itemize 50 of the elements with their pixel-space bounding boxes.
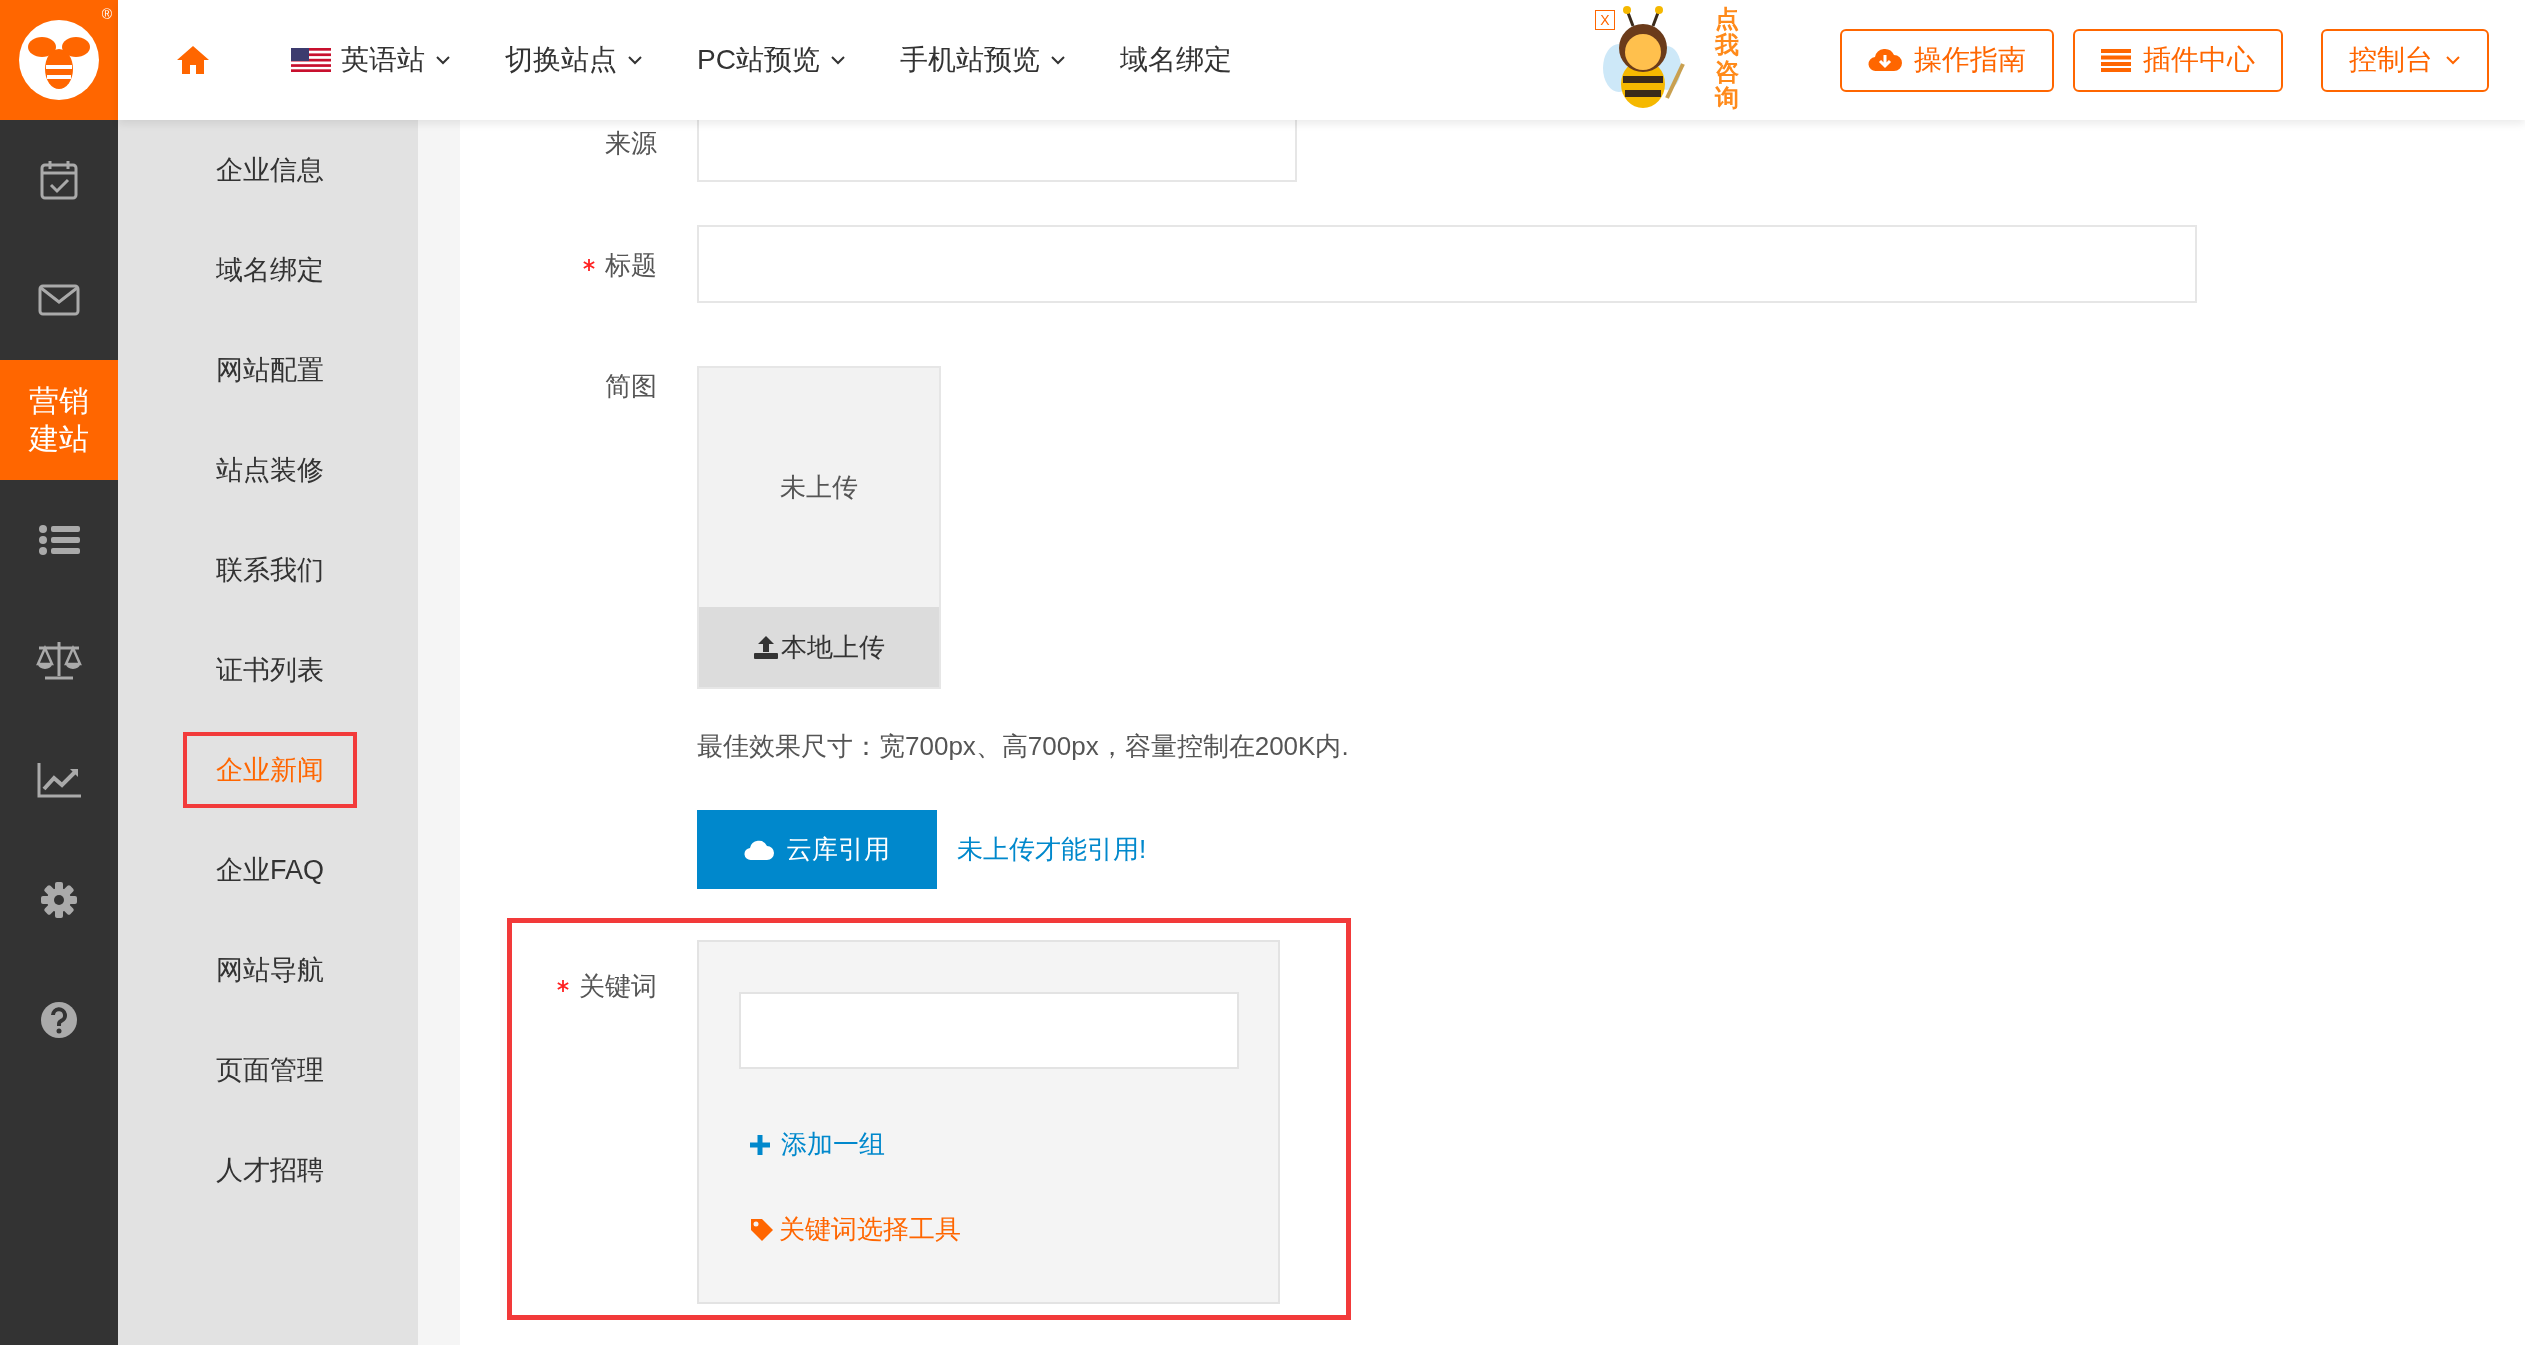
cloud-download-icon bbox=[1868, 47, 1902, 73]
nav-item[interactable]: PC站预览 bbox=[697, 39, 846, 81]
field-label: 标题 bbox=[605, 248, 657, 282]
sidebar-item[interactable]: 联系我们 bbox=[183, 532, 357, 608]
scale-icon[interactable] bbox=[35, 640, 83, 680]
list-icon[interactable] bbox=[38, 524, 80, 556]
envelope-icon[interactable] bbox=[38, 284, 80, 316]
text-input[interactable] bbox=[697, 120, 1297, 182]
add-group-link[interactable]: 添加一组 bbox=[749, 1125, 885, 1164]
field-label: 简图 bbox=[605, 369, 657, 403]
sidebar-item[interactable]: 证书列表 bbox=[183, 632, 357, 708]
bee-logo-icon bbox=[16, 17, 102, 103]
registered-mark: ® bbox=[101, 5, 112, 24]
menu-icon bbox=[2101, 48, 2131, 72]
chevron-down-icon bbox=[627, 55, 643, 65]
field-label: 来源 bbox=[605, 126, 657, 160]
hint-text: 最佳效果尺寸：宽700px、高700px，容量控制在200K内. bbox=[697, 730, 1349, 763]
sidebar-item[interactable]: 网站配置 bbox=[183, 332, 357, 408]
nav-item[interactable]: 切换站点 bbox=[505, 39, 643, 81]
local-upload-button[interactable]: 本地上传 bbox=[699, 607, 939, 687]
text-input[interactable] bbox=[697, 225, 2197, 303]
settings-icon[interactable] bbox=[40, 881, 78, 919]
plus-icon bbox=[749, 1133, 771, 1156]
chevron-down-icon bbox=[435, 55, 451, 65]
empty-image-text: 未上传 bbox=[780, 471, 858, 504]
calendar-check-icon[interactable] bbox=[39, 159, 79, 201]
cloud-library-button[interactable]: 云库引用 bbox=[697, 810, 937, 889]
sidebar-item[interactable]: 网站导航 bbox=[183, 932, 357, 1008]
field-label: 关键词 bbox=[579, 969, 657, 1003]
keyword-input[interactable] bbox=[739, 992, 1239, 1069]
line-chart-icon[interactable] bbox=[36, 761, 82, 799]
nav-item[interactable]: 手机站预览 bbox=[899, 39, 1066, 81]
cloud-icon bbox=[744, 838, 774, 861]
nav-item[interactable]: 域名绑定 bbox=[1119, 39, 1232, 81]
chevron-down-icon bbox=[1049, 55, 1066, 65]
tag-icon bbox=[749, 1216, 775, 1243]
cloud-note-text: 未上传才能引用! bbox=[957, 833, 1147, 866]
chevron-down-icon bbox=[829, 55, 846, 65]
home-icon[interactable] bbox=[175, 44, 211, 76]
chevron-down-icon bbox=[2445, 55, 2461, 65]
sidebar-item[interactable]: 企业信息 bbox=[183, 132, 357, 208]
sidebar-item[interactable]: 站点装修 bbox=[183, 432, 357, 508]
sidebar-item[interactable]: 人才招聘 bbox=[183, 1132, 357, 1208]
upload-icon bbox=[753, 634, 779, 660]
us-flag-icon bbox=[291, 48, 331, 72]
help-icon[interactable] bbox=[40, 1001, 78, 1039]
nav-item[interactable]: 英语站 bbox=[291, 39, 451, 81]
sidebar-item[interactable]: 域名绑定 bbox=[183, 232, 357, 308]
sidebar-item[interactable]: 页面管理 bbox=[183, 1032, 357, 1108]
sidebar-item[interactable]: 企业FAQ bbox=[183, 832, 357, 908]
